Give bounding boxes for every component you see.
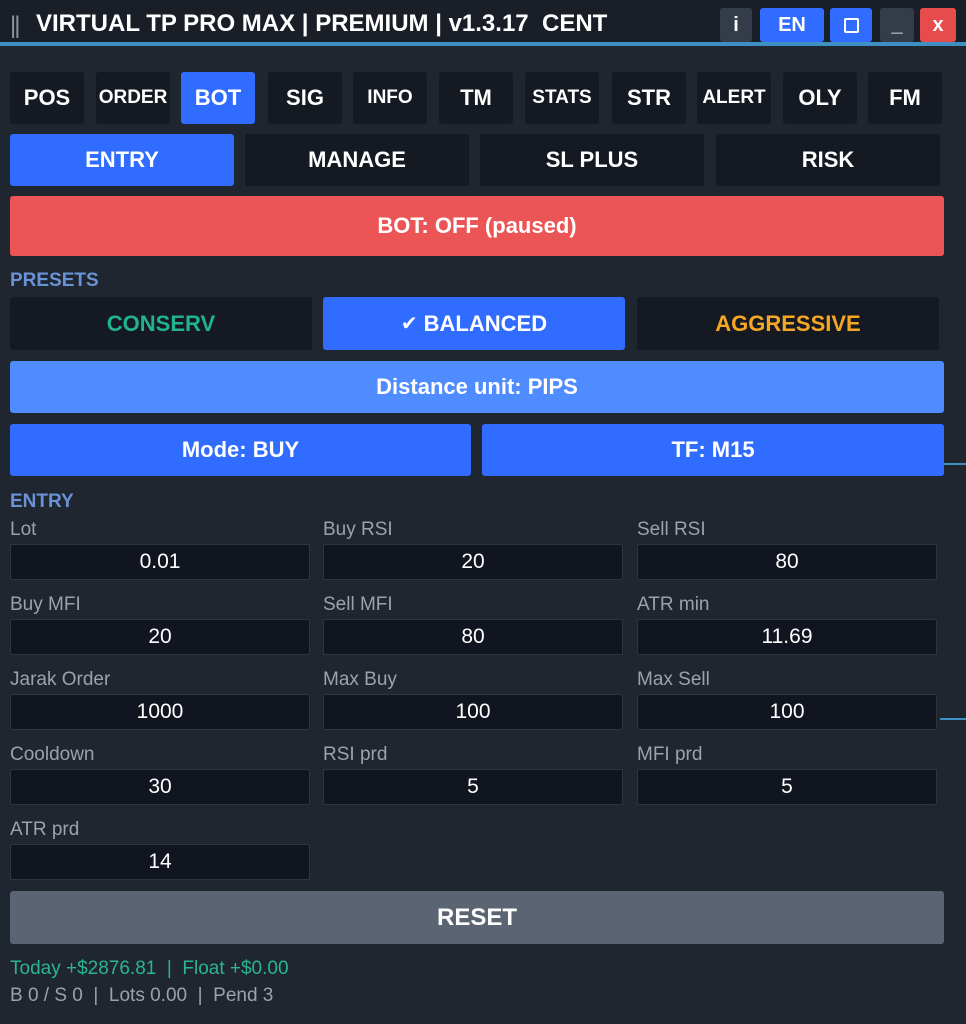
distance-unit-button[interactable]: Distance unit: PIPS (10, 361, 944, 413)
preset-label: AGGRESSIVE (715, 310, 861, 336)
max-buy-label: Max Buy (323, 669, 397, 690)
tab-fm[interactable]: FM (868, 72, 942, 124)
tab-bot[interactable]: BOT (181, 72, 255, 124)
tab-info[interactable]: INFO (353, 72, 427, 124)
entry-heading: ENTRY (10, 491, 74, 512)
tab-pos[interactable]: POS (10, 72, 84, 124)
drag-grip[interactable]: || (10, 12, 21, 40)
subtab-manage[interactable]: MANAGE (245, 134, 469, 186)
tab-tm[interactable]: TM (439, 72, 513, 124)
window-title: VIRTUAL TP PRO MAX | PREMIUM | v1.3.17 C… (36, 10, 608, 37)
atr-prd-input[interactable] (10, 844, 310, 880)
buy-rsi-label: Buy RSI (323, 519, 393, 540)
check-icon: ✔ (400, 313, 418, 335)
mfi-prd-label: MFI prd (637, 744, 703, 765)
info-button[interactable]: i (720, 8, 752, 42)
preset-balanced-button[interactable]: ✔ BALANCED (323, 297, 625, 350)
sell-rsi-input[interactable] (637, 544, 937, 580)
cooldown-input[interactable] (10, 769, 310, 805)
lot-label: Lot (10, 519, 37, 540)
title-bar[interactable]: || VIRTUAL TP PRO MAX | PREMIUM | v1.3.1… (0, 0, 966, 46)
atr-min-label: ATR min (637, 594, 710, 615)
edge-connector (940, 718, 966, 720)
sell-rsi-label: Sell RSI (637, 519, 706, 540)
max-sell-input[interactable] (637, 694, 937, 730)
mfi-prd-input[interactable] (637, 769, 937, 805)
close-button[interactable]: x (920, 8, 956, 42)
maximize-icon (843, 17, 859, 33)
preset-aggressive-button[interactable]: AGGRESSIVE (637, 297, 939, 350)
subtab-sl-plus[interactable]: SL PLUS (480, 134, 704, 186)
preset-label: BALANCED (423, 310, 548, 336)
language-button[interactable]: EN (760, 8, 824, 42)
rsi-prd-input[interactable] (323, 769, 623, 805)
sell-mfi-input[interactable] (323, 619, 623, 655)
tab-alert[interactable]: ALERT (697, 72, 771, 124)
preset-label: CONSERV (106, 310, 216, 336)
tab-stats[interactable]: STATS (525, 72, 599, 124)
buy-mfi-label: Buy MFI (10, 594, 81, 615)
jarak-order-input[interactable] (10, 694, 310, 730)
subtab-entry[interactable]: ENTRY (10, 134, 234, 186)
mode-button[interactable]: Mode: BUY (10, 424, 471, 476)
tab-order[interactable]: ORDER (96, 72, 170, 124)
buy-mfi-input[interactable] (10, 619, 310, 655)
cooldown-label: Cooldown (10, 744, 95, 765)
position-summary: B 0 / S 0 | Lots 0.00 | Pend 3 (10, 985, 274, 1006)
bot-status-button[interactable]: BOT: OFF (paused) (10, 196, 944, 256)
edge-connector (944, 463, 966, 465)
rsi-prd-label: RSI prd (323, 744, 388, 765)
buy-rsi-input[interactable] (323, 544, 623, 580)
max-sell-label: Max Sell (637, 669, 710, 690)
timeframe-button[interactable]: TF: M15 (482, 424, 944, 476)
preset-conserv-button[interactable]: CONSERV (10, 297, 312, 350)
maximize-button[interactable] (830, 8, 872, 42)
sell-mfi-label: Sell MFI (323, 594, 393, 615)
presets-heading: PRESETS (10, 270, 99, 291)
tab-sig[interactable]: SIG (268, 72, 342, 124)
subtab-risk[interactable]: RISK (716, 134, 940, 186)
tab-oly[interactable]: OLY (783, 72, 857, 124)
atr-prd-label: ATR prd (10, 819, 80, 840)
jarak-order-label: Jarak Order (10, 669, 111, 690)
atr-min-input[interactable] (637, 619, 937, 655)
lot-input[interactable] (10, 544, 310, 580)
max-buy-input[interactable] (323, 694, 623, 730)
reset-button[interactable]: RESET (10, 891, 944, 944)
pnl-summary: Today +$2876.81 | Float +$0.00 (10, 958, 289, 979)
tab-str[interactable]: STR (612, 72, 686, 124)
minimize-button[interactable]: _ (880, 8, 914, 42)
